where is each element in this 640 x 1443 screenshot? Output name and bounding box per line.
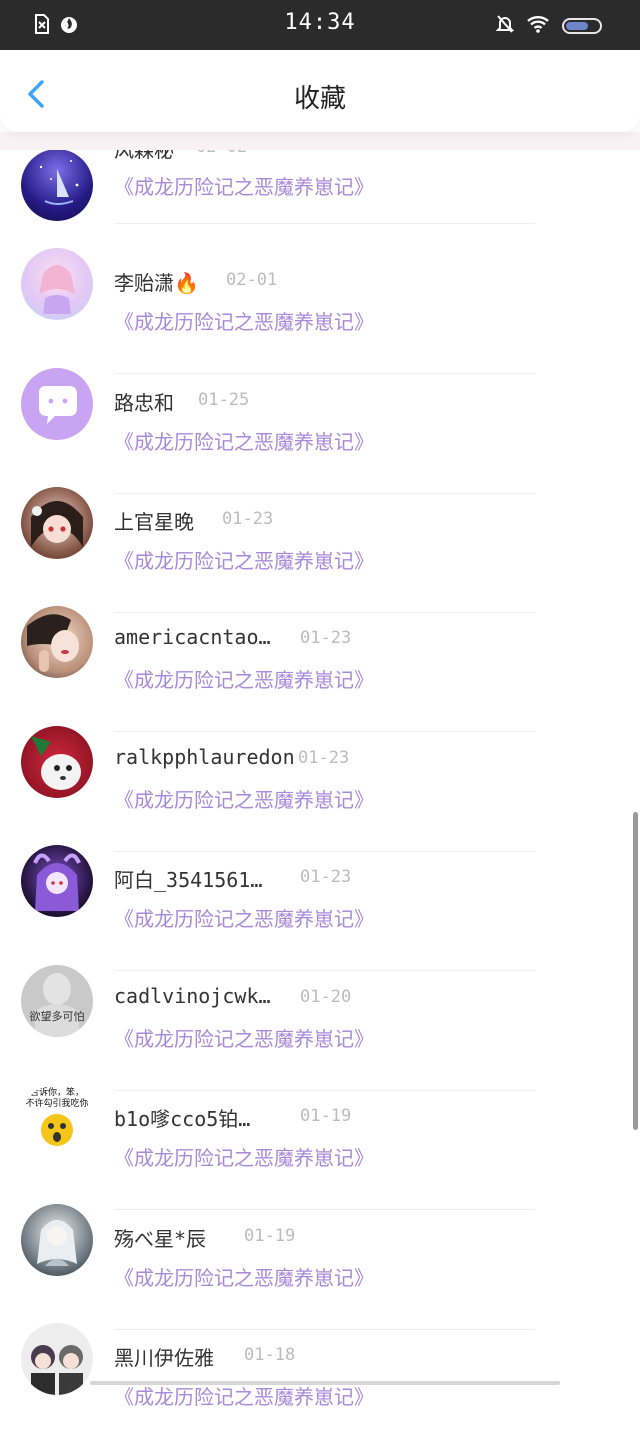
item-date: 01-23 bbox=[222, 509, 274, 529]
list-item[interactable]: ralkpphlauredon 01-23 《成龙历险记之恶魔养崽记》 bbox=[0, 726, 640, 852]
app-header: 收藏 bbox=[0, 50, 640, 132]
avatar[interactable] bbox=[21, 1204, 93, 1276]
item-name: 李贻潇🔥 bbox=[114, 271, 199, 295]
item-date: 01-19 bbox=[244, 1226, 296, 1246]
avatar-caption: 欲望多可怕 bbox=[30, 1009, 85, 1023]
item-name: cadlvinojcwk… bbox=[114, 984, 271, 1008]
item-link[interactable]: 《成龙历险记之恶魔养崽记》 bbox=[114, 1381, 374, 1410]
item-name: 殇べ星*辰 bbox=[114, 1227, 207, 1251]
divider bbox=[114, 223, 535, 224]
item-link[interactable]: 《成龙历险记之恶魔养崽记》 bbox=[114, 784, 374, 813]
list-item[interactable]: 阿白_3541561… 01-23 《成龙历险记之恶魔养崽记》 bbox=[0, 845, 640, 971]
avatar-caption-bottom: 不许勾引我吃你 bbox=[25, 1097, 88, 1109]
page-title: 收藏 bbox=[293, 84, 346, 114]
avatar[interactable] bbox=[21, 368, 93, 440]
item-name: ralkpphlauredon bbox=[114, 745, 294, 769]
item-name: americacntao… bbox=[114, 625, 271, 649]
avatar[interactable] bbox=[21, 606, 93, 678]
list-item[interactable]: 欲望多可怕 cadlvinojcwk… 01-20 《成龙历险记之恶魔养崽记》 bbox=[0, 965, 640, 1091]
item-name: 黑川伊佐雅 bbox=[114, 1346, 214, 1370]
item-date: 01-25 bbox=[198, 390, 250, 410]
chat-bubble-icon bbox=[39, 386, 77, 424]
avatar[interactable] bbox=[21, 726, 93, 798]
item-date: 01-19 bbox=[300, 1106, 352, 1126]
list-item[interactable]: 告诉你，笨， 不许勾引我吃你 b1o嗲cco5铂… 01-19 《成龙历险记之恶魔… bbox=[0, 1084, 640, 1210]
item-date: 02-01 bbox=[226, 270, 278, 290]
header-band bbox=[0, 132, 640, 150]
item-name: b1o嗲cco5铂… bbox=[114, 1107, 251, 1131]
item-link[interactable]: 《成龙历险记之恶魔养崽记》 bbox=[114, 1023, 374, 1052]
item-link[interactable]: 《成龙历险记之恶魔养崽记》 bbox=[114, 545, 374, 574]
item-link[interactable]: 《成龙历险记之恶魔养崽记》 bbox=[114, 1262, 374, 1291]
item-date: 01-20 bbox=[300, 987, 352, 1007]
item-name: 阿白_3541561… bbox=[114, 868, 263, 892]
item-link[interactable]: 《成龙历险记之恶魔养崽记》 bbox=[114, 306, 374, 335]
item-link[interactable]: 《成龙历险记之恶魔养崽记》 bbox=[114, 664, 374, 693]
horizontal-scroll-indicator bbox=[90, 1381, 560, 1385]
item-link[interactable]: 《成龙历险记之恶魔养崽记》 bbox=[114, 903, 374, 932]
item-date: 01-18 bbox=[244, 1345, 296, 1365]
avatar[interactable] bbox=[21, 1323, 93, 1395]
item-link[interactable]: 《成龙历险记之恶魔养崽记》 bbox=[114, 171, 374, 200]
avatar[interactable] bbox=[21, 845, 93, 917]
item-link[interactable]: 《成龙历险记之恶魔养崽记》 bbox=[114, 1142, 374, 1171]
list-item[interactable]: americacntao… 01-23 《成龙历险记之恶魔养崽记》 bbox=[0, 606, 640, 732]
item-name: 上官星晚 bbox=[114, 510, 194, 534]
avatar[interactable]: 欲望多可怕 bbox=[21, 965, 93, 1037]
item-link[interactable]: 《成龙历险记之恶魔养崽记》 bbox=[114, 426, 374, 455]
list-item[interactable]: 李贻潇🔥 02-01 《成龙历险记之恶魔养崽记》 bbox=[0, 248, 640, 374]
item-date: 01-23 bbox=[300, 628, 352, 648]
avatar-caption-top: 告诉你，笨， bbox=[30, 1086, 84, 1098]
avatar[interactable] bbox=[21, 487, 93, 559]
avatar[interactable]: 告诉你，笨， 不许勾引我吃你 bbox=[21, 1084, 93, 1156]
avatar[interactable] bbox=[21, 149, 93, 221]
list-item[interactable]: 上官星晚 01-23 《成龙历险记之恶魔养崽记》 bbox=[0, 487, 640, 613]
list-item[interactable]: 殇べ星*辰 01-19 《成龙历险记之恶魔养崽记》 bbox=[0, 1204, 640, 1330]
item-date: 01-23 bbox=[300, 867, 352, 887]
scrollbar[interactable] bbox=[633, 812, 638, 1130]
item-name: 路忠和 bbox=[114, 391, 174, 415]
list-item[interactable]: 路忠和 01-25 《成龙历险记之恶魔养崽记》 bbox=[0, 368, 640, 494]
item-date: 01-23 bbox=[298, 748, 350, 768]
avatar[interactable] bbox=[21, 248, 93, 320]
